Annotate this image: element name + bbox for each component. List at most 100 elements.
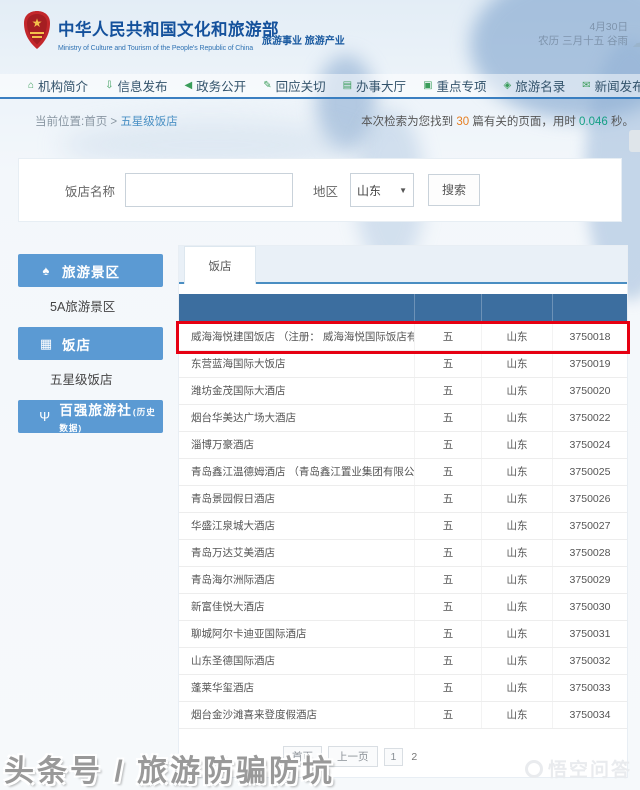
nav-item[interactable]: ◈ 旅游名录 [504,76,566,95]
hotel-name-cell: 新富佳悦大酒店 [179,594,414,620]
nav-item[interactable]: ◀ 政务公开 [184,76,246,95]
code-cell: 3750019 [552,351,627,377]
hotel-name-cell: 蓬莱华玺酒店 [179,675,414,701]
trophy-icon: Ψ [36,409,53,424]
table-row: 东营蓝海国际大饭店 五 山东 3750019 [179,351,627,378]
breadcrumb-prefix: 当前位置:首页 > [35,116,117,128]
institution-icon: ⌂ [28,81,34,91]
chevron-down-icon: ▼ [399,186,407,195]
nav-item-label: 信息发布 [117,76,167,95]
nav-item[interactable]: ⌂ 机构简介 [28,76,88,95]
table-header-cell [552,294,627,324]
star-rating-cell: 五 [414,351,481,377]
nav-item[interactable]: ▤ 办事大厅 [343,76,406,95]
sidebar-item[interactable]: 五星级饭店 [18,360,163,396]
code-cell: 3750031 [552,621,627,647]
nav-item-label: 回应关切 [276,76,326,95]
star-rating-cell: 五 [414,459,481,485]
results-panel: 饭店 威海海悦建国饭店 （注册： 威海海悦国际饭店有限公司） 五 山东 3750… [178,245,628,778]
search-result-stats: 本次检索为您找到 30 篇有关的页面，用时 0.046 秒。 [361,113,634,129]
hotel-name-cell: 威海海悦建国饭店 （注册： 威海海悦国际饭店有限公司） [179,324,414,350]
sidebar-item[interactable]: ▦ 饭店 [18,327,163,360]
building-icon: ▤ [343,81,352,91]
hotel-name-cell: 烟台金沙滩喜来登度假酒店 [179,702,414,728]
region-cell: 山东 [481,621,552,647]
nav-item[interactable]: ✎ 回应关切 [263,76,325,95]
site-subtitle-en: Ministry of Culture and Tourism of the P… [58,45,279,52]
hotel-name-label: 饭店名称 [65,181,115,200]
site-title: 中华人民共和国文化和旅游部 [58,16,279,40]
download-icon: ⇩ [105,81,113,91]
site-header: ★ 中华人民共和国文化和旅游部 Ministry of Culture and … [0,0,640,76]
region-label: 地区 [313,181,338,200]
table-row: 青岛海尔洲际酒店 五 山东 3750029 [179,567,627,594]
hotel-name-input[interactable] [125,173,293,207]
code-cell: 3750034 [552,702,627,728]
hotel-name-cell: 青岛万达艾美酒店 [179,540,414,566]
hotel-name-cell: 华盛江泉城大酒店 [179,513,414,539]
code-cell: 3750029 [552,567,627,593]
nav-item[interactable]: ⇩ 信息发布 [105,76,167,95]
region-select-value: 山东 [357,182,381,199]
table-row: 潍坊金茂国际大酒店 五 山东 3750020 [179,378,627,405]
hotel-name-cell: 青岛海尔洲际酒店 [179,567,414,593]
sidebar-item-label: 饭店 [62,338,91,353]
tree-icon: ♠ [36,263,56,278]
star-rating-cell: 五 [414,432,481,458]
region-cell: 山东 [481,351,552,377]
table-row: 蓬莱华玺酒店 五 山东 3750033 [179,675,627,702]
wukong-logo-icon [525,760,543,778]
table-row: 青岛万达艾美酒店 五 山东 3750028 [179,540,627,567]
table-row: 烟台金沙滩喜来登度假酒店 五 山东 3750034 [179,702,627,729]
region-cell: 山东 [481,513,552,539]
region-cell: 山东 [481,648,552,674]
sidebar-item[interactable]: 5A旅游景区 [18,287,163,323]
hotel-name-cell: 山东圣德国际酒店 [179,648,414,674]
sidebar-item-label: 旅游景区 [62,265,120,280]
search-time: 0.046 [579,116,608,128]
tab-hotels[interactable]: 饭店 [184,246,256,284]
sidebar-item[interactable]: ♠ 旅游景区 [18,254,163,287]
star-rating-cell: 五 [414,324,481,350]
search-panel: 饭店名称 地区 山东 ▼ 搜索 [18,158,622,222]
speaker-icon: ◀ [184,81,192,91]
region-cell: 山东 [481,567,552,593]
camera-icon: ▣ [423,81,432,91]
star-rating-cell: 五 [414,486,481,512]
date-widget: 4月30日 农历 三月十五 谷雨 [538,20,628,48]
region-cell: 山东 [481,702,552,728]
table-row: 新富佳悦大酒店 五 山东 3750030 [179,594,627,621]
edit-icon: ✎ [263,81,271,91]
region-cell: 山东 [481,540,552,566]
nav-item[interactable]: ▣ 重点专项 [423,76,486,95]
region-cell: 山东 [481,378,552,404]
region-cell: 山东 [481,486,552,512]
sidebar-item-label: 五星级饭店 [50,373,113,387]
code-cell: 3750033 [552,675,627,701]
sidebar-item[interactable]: Ψ 百强旅游社(历史数据) [18,400,163,433]
news-icon: ✉ [582,81,590,91]
search-button[interactable]: 搜索 [428,174,480,206]
result-count: 30 [456,116,469,128]
table-row: 烟台华美达广场大酒店 五 山东 3750022 [179,405,627,432]
region-select[interactable]: 山东 ▼ [350,173,414,207]
pagination-page-1[interactable]: 1 [384,748,404,766]
pagination-page-2[interactable]: 2 [409,749,419,765]
code-cell: 3750028 [552,540,627,566]
nav-item-label: 机构简介 [38,76,88,95]
breadcrumb-current-link[interactable]: 五星级饭店 [120,116,178,128]
weather-icon: ☁ [632,36,640,50]
star-rating-cell: 五 [414,513,481,539]
nav-item-label: 新闻发布会 [595,76,640,95]
nav-item-label: 办事大厅 [356,76,406,95]
site-tagline: 旅游事业 旅游产业 [262,32,345,47]
side-float-widget[interactable] [629,130,640,152]
svg-text:★: ★ [32,16,43,30]
table-row: 青岛景园假日酒店 五 山东 3750026 [179,486,627,513]
pagination-prev-button[interactable]: 上一页 [328,746,378,767]
table-row: 青岛鑫江温德姆酒店 （青岛鑫江置业集团有限公司鑫江花 五 山东 3750025 [179,459,627,486]
hotel-name-cell: 潍坊金茂国际大酒店 [179,378,414,404]
nav-item[interactable]: ✉ 新闻发布会 [582,76,640,95]
star-rating-cell: 五 [414,702,481,728]
hotel-name-cell: 青岛景园假日酒店 [179,486,414,512]
